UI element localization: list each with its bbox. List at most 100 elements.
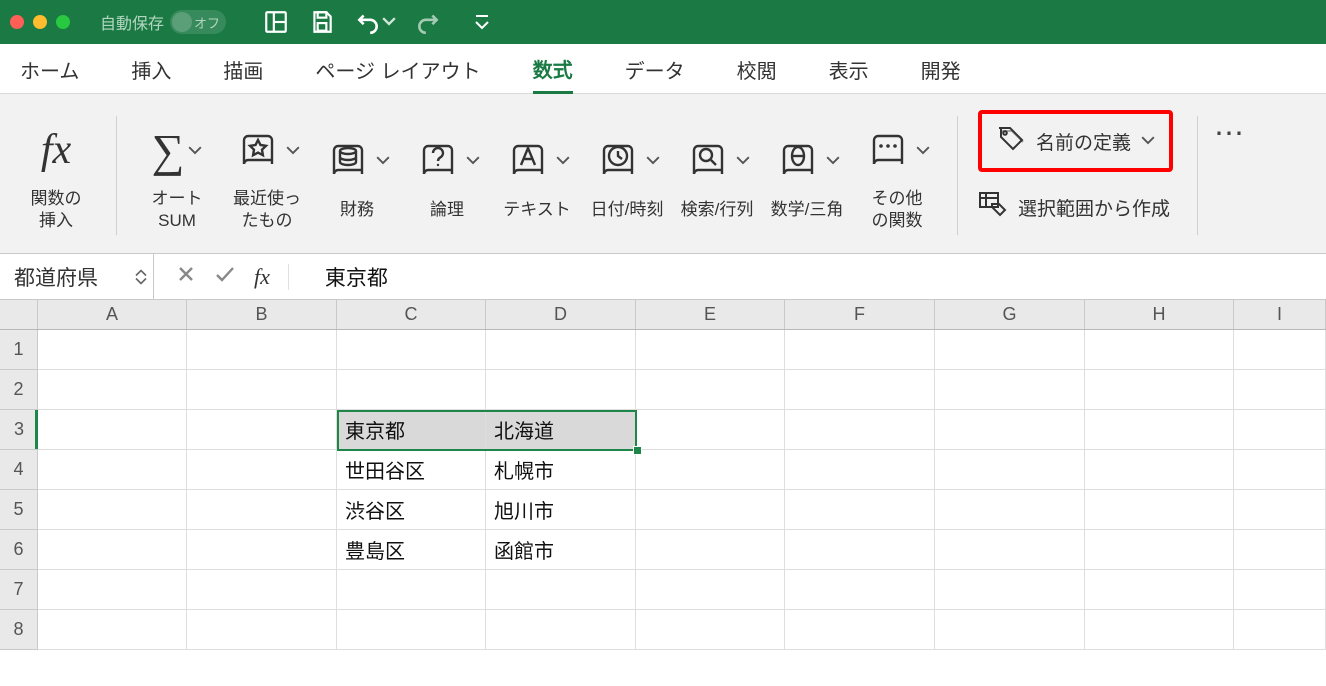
chevron-down-icon[interactable]: [376, 156, 390, 165]
col-header-D[interactable]: D: [486, 300, 636, 329]
cell[interactable]: [1085, 570, 1234, 610]
redo-icon[interactable]: [414, 8, 442, 36]
row-header-6[interactable]: 6: [0, 530, 38, 570]
cell[interactable]: [187, 570, 337, 610]
cell[interactable]: [486, 330, 636, 370]
cell[interactable]: [1234, 570, 1326, 610]
cell[interactable]: [337, 570, 486, 610]
cell[interactable]: [935, 410, 1085, 450]
row-header-5[interactable]: 5: [0, 490, 38, 530]
cell[interactable]: [1085, 610, 1234, 650]
cell[interactable]: [38, 410, 187, 450]
financial-button[interactable]: 財務: [317, 127, 397, 224]
cell[interactable]: [636, 530, 785, 570]
text-button[interactable]: テキスト: [497, 127, 577, 224]
undo-button[interactable]: [354, 8, 396, 36]
cell[interactable]: [486, 370, 636, 410]
cell[interactable]: [187, 450, 337, 490]
autosave-control[interactable]: 自動保存 オフ: [100, 10, 226, 34]
cell[interactable]: [935, 450, 1085, 490]
col-header-H[interactable]: H: [1085, 300, 1234, 329]
cell[interactable]: [636, 410, 785, 450]
cell[interactable]: [1085, 530, 1234, 570]
formula-input[interactable]: 東京都: [311, 262, 1326, 292]
chevron-down-icon[interactable]: [556, 156, 570, 165]
customize-qat-icon[interactable]: [468, 8, 496, 36]
cell-D3[interactable]: 北海道: [486, 410, 636, 450]
date-time-button[interactable]: 日付/時刻: [587, 127, 667, 224]
chevron-down-icon[interactable]: [382, 17, 396, 26]
col-header-E[interactable]: E: [636, 300, 785, 329]
select-all-corner[interactable]: [0, 300, 38, 329]
lookup-button[interactable]: 検索/行列: [677, 127, 757, 224]
cell[interactable]: [38, 570, 187, 610]
cell[interactable]: [1085, 370, 1234, 410]
cell[interactable]: [636, 570, 785, 610]
cell[interactable]: [187, 410, 337, 450]
tab-view[interactable]: 表示: [829, 45, 869, 92]
cell[interactable]: [636, 450, 785, 490]
more-functions-button[interactable]: その他 の関数: [857, 116, 937, 235]
chevron-down-icon[interactable]: [736, 156, 750, 165]
cell[interactable]: [1234, 610, 1326, 650]
cell-D6[interactable]: 函館市: [486, 530, 636, 570]
tab-formulas[interactable]: 数式: [533, 44, 573, 94]
cell-C5[interactable]: 渋谷区: [337, 490, 486, 530]
window-close-button[interactable]: [10, 15, 24, 29]
cell[interactable]: [636, 490, 785, 530]
save-icon[interactable]: [308, 8, 336, 36]
cell-C4[interactable]: 世田谷区: [337, 450, 486, 490]
cell[interactable]: [785, 330, 935, 370]
col-header-G[interactable]: G: [935, 300, 1085, 329]
col-header-F[interactable]: F: [785, 300, 935, 329]
cell[interactable]: [1085, 410, 1234, 450]
row-header-2[interactable]: 2: [0, 370, 38, 410]
cell[interactable]: [486, 610, 636, 650]
tab-draw[interactable]: 描画: [223, 45, 263, 92]
fx-label[interactable]: fx: [254, 264, 289, 290]
cell-C6[interactable]: 豊島区: [337, 530, 486, 570]
cell[interactable]: [38, 330, 187, 370]
template-icon[interactable]: [262, 8, 290, 36]
cell[interactable]: [38, 450, 187, 490]
cell[interactable]: [636, 330, 785, 370]
create-from-selection-button[interactable]: 選択範囲から作成: [978, 190, 1173, 224]
cell[interactable]: [187, 530, 337, 570]
cell[interactable]: [187, 610, 337, 650]
chevron-down-icon[interactable]: [286, 146, 300, 155]
row-header-4[interactable]: 4: [0, 450, 38, 490]
col-header-B[interactable]: B: [187, 300, 337, 329]
cell[interactable]: [785, 570, 935, 610]
cell[interactable]: [785, 490, 935, 530]
cell[interactable]: [187, 370, 337, 410]
spreadsheet-grid[interactable]: A B C D E F G H I 1 2 3 東京都 北海道 4 世田谷区 札…: [0, 300, 1326, 650]
col-header-A[interactable]: A: [38, 300, 187, 329]
cell-C3[interactable]: 東京都: [337, 410, 486, 450]
enter-icon[interactable]: [214, 264, 236, 290]
col-header-I[interactable]: I: [1234, 300, 1326, 329]
cell[interactable]: [1085, 450, 1234, 490]
chevron-down-icon[interactable]: [826, 156, 840, 165]
cell[interactable]: [1234, 490, 1326, 530]
cell[interactable]: [38, 610, 187, 650]
cell[interactable]: [187, 490, 337, 530]
cell[interactable]: [337, 370, 486, 410]
cell[interactable]: [935, 330, 1085, 370]
row-header-8[interactable]: 8: [0, 610, 38, 650]
cell[interactable]: [38, 490, 187, 530]
cell[interactable]: [785, 370, 935, 410]
cell[interactable]: [935, 370, 1085, 410]
chevron-down-icon[interactable]: [646, 156, 660, 165]
cell[interactable]: [187, 330, 337, 370]
cell[interactable]: [337, 610, 486, 650]
cell[interactable]: [785, 610, 935, 650]
window-minimize-button[interactable]: [33, 15, 47, 29]
cell-D5[interactable]: 旭川市: [486, 490, 636, 530]
chevron-down-icon[interactable]: [916, 146, 930, 155]
window-zoom-button[interactable]: [56, 15, 70, 29]
cell[interactable]: [935, 570, 1085, 610]
cell[interactable]: [38, 530, 187, 570]
cell[interactable]: [785, 410, 935, 450]
tab-page-layout[interactable]: ページ レイアウト: [315, 45, 480, 92]
cell[interactable]: [636, 610, 785, 650]
